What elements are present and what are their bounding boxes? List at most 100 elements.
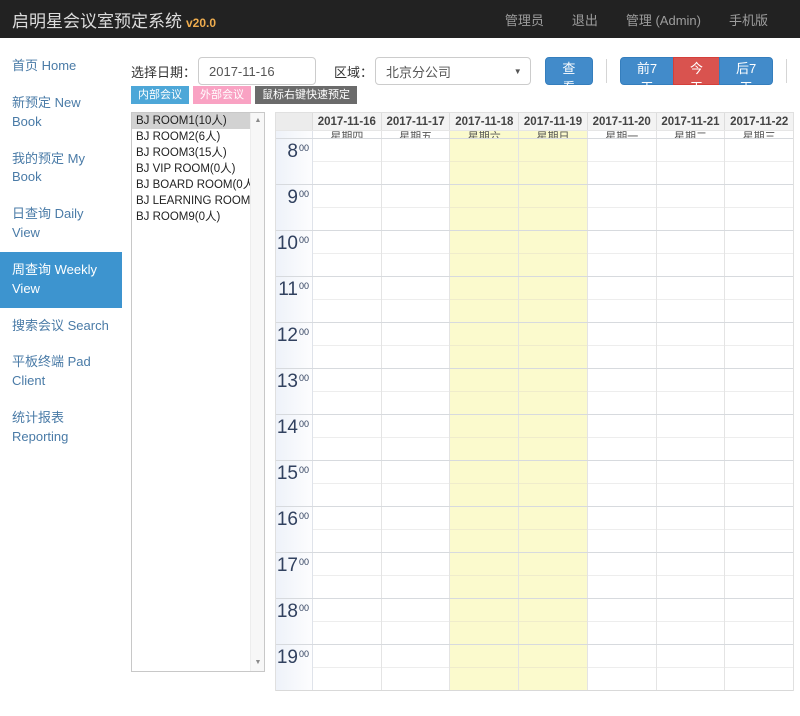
half-hour-slot[interactable]: [519, 415, 587, 438]
half-hour-slot[interactable]: [519, 599, 587, 622]
half-hour-slot[interactable]: [382, 438, 450, 460]
half-hour-slot[interactable]: [382, 369, 450, 392]
sidebar-item-reporting[interactable]: 统计报表 Reporting: [0, 400, 122, 456]
half-hour-slot[interactable]: [725, 346, 793, 368]
prev-7-days-button[interactable]: 前7天: [620, 57, 674, 85]
half-hour-slot[interactable]: [588, 553, 656, 576]
half-hour-slot[interactable]: [657, 484, 725, 506]
half-hour-slot[interactable]: [450, 185, 518, 208]
half-hour-slot[interactable]: [588, 162, 656, 184]
room-list-item[interactable]: BJ ROOM3(15人): [132, 145, 264, 161]
half-hour-slot[interactable]: [657, 668, 725, 690]
half-hour-slot[interactable]: [382, 415, 450, 438]
half-hour-slot[interactable]: [450, 208, 518, 230]
scroll-down-icon[interactable]: ▼: [251, 656, 265, 670]
half-hour-slot[interactable]: [382, 162, 450, 184]
half-hour-slot[interactable]: [588, 208, 656, 230]
half-hour-slot[interactable]: [725, 645, 793, 668]
half-hour-slot[interactable]: [725, 507, 793, 530]
half-hour-slot[interactable]: [657, 323, 725, 346]
half-hour-slot[interactable]: [313, 438, 381, 460]
half-hour-slot[interactable]: [657, 208, 725, 230]
half-hour-slot[interactable]: [519, 231, 587, 254]
half-hour-slot[interactable]: [382, 300, 450, 322]
half-hour-slot[interactable]: [657, 553, 725, 576]
half-hour-slot[interactable]: [450, 415, 518, 438]
logout-link[interactable]: 退出: [572, 10, 598, 29]
half-hour-slot[interactable]: [450, 507, 518, 530]
half-hour-slot[interactable]: [313, 576, 381, 598]
half-hour-slot[interactable]: [382, 507, 450, 530]
room-list-item[interactable]: BJ LEARNING ROOM(0人): [132, 193, 264, 209]
half-hour-slot[interactable]: [519, 185, 587, 208]
half-hour-slot[interactable]: [657, 599, 725, 622]
half-hour-slot[interactable]: [382, 392, 450, 414]
half-hour-slot[interactable]: [382, 484, 450, 506]
half-hour-slot[interactable]: [657, 231, 725, 254]
half-hour-slot[interactable]: [725, 369, 793, 392]
half-hour-slot[interactable]: [382, 346, 450, 368]
half-hour-slot[interactable]: [657, 254, 725, 276]
half-hour-slot[interactable]: [725, 231, 793, 254]
half-hour-slot[interactable]: [657, 530, 725, 552]
next-7-days-button[interactable]: 后7天: [719, 57, 773, 85]
half-hour-slot[interactable]: [382, 277, 450, 300]
half-hour-slot[interactable]: [588, 645, 656, 668]
half-hour-slot[interactable]: [519, 300, 587, 322]
half-hour-slot[interactable]: [450, 346, 518, 368]
half-hour-slot[interactable]: [382, 185, 450, 208]
half-hour-slot[interactable]: [588, 461, 656, 484]
half-hour-slot[interactable]: [519, 622, 587, 644]
half-hour-slot[interactable]: [450, 553, 518, 576]
half-hour-slot[interactable]: [450, 599, 518, 622]
half-hour-slot[interactable]: [450, 162, 518, 184]
sidebar-item-my-book[interactable]: 我的预定 My Book: [0, 141, 122, 197]
half-hour-slot[interactable]: [588, 392, 656, 414]
half-hour-slot[interactable]: [588, 139, 656, 162]
half-hour-slot[interactable]: [725, 530, 793, 552]
half-hour-slot[interactable]: [657, 392, 725, 414]
half-hour-slot[interactable]: [313, 461, 381, 484]
half-hour-slot[interactable]: [725, 254, 793, 276]
half-hour-slot[interactable]: [382, 530, 450, 552]
half-hour-slot[interactable]: [450, 231, 518, 254]
half-hour-slot[interactable]: [725, 415, 793, 438]
half-hour-slot[interactable]: [450, 254, 518, 276]
half-hour-slot[interactable]: [725, 323, 793, 346]
half-hour-slot[interactable]: [657, 300, 725, 322]
half-hour-slot[interactable]: [450, 300, 518, 322]
half-hour-slot[interactable]: [725, 438, 793, 460]
half-hour-slot[interactable]: [519, 208, 587, 230]
room-list[interactable]: BJ ROOM1(10人)BJ ROOM2(6人)BJ ROOM3(15人)BJ…: [131, 112, 265, 672]
half-hour-slot[interactable]: [382, 553, 450, 576]
half-hour-slot[interactable]: [450, 277, 518, 300]
half-hour-slot[interactable]: [519, 553, 587, 576]
half-hour-slot[interactable]: [588, 507, 656, 530]
half-hour-slot[interactable]: [588, 484, 656, 506]
half-hour-slot[interactable]: [313, 668, 381, 690]
half-hour-slot[interactable]: [725, 277, 793, 300]
view-button[interactable]: 查看: [545, 57, 594, 85]
admin-panel-link[interactable]: 管理 (Admin): [626, 10, 701, 29]
half-hour-slot[interactable]: [382, 599, 450, 622]
area-select[interactable]: 北京分公司 ▼: [375, 57, 531, 85]
half-hour-slot[interactable]: [450, 369, 518, 392]
half-hour-slot[interactable]: [450, 645, 518, 668]
half-hour-slot[interactable]: [313, 392, 381, 414]
half-hour-slot[interactable]: [450, 392, 518, 414]
half-hour-slot[interactable]: [313, 323, 381, 346]
half-hour-slot[interactable]: [313, 507, 381, 530]
half-hour-slot[interactable]: [313, 254, 381, 276]
sidebar-item-daily-view[interactable]: 日查询 Daily View: [0, 196, 122, 252]
sidebar-item-search[interactable]: 搜索会议 Search: [0, 308, 122, 345]
half-hour-slot[interactable]: [588, 530, 656, 552]
half-hour-slot[interactable]: [588, 277, 656, 300]
half-hour-slot[interactable]: [588, 438, 656, 460]
half-hour-slot[interactable]: [588, 668, 656, 690]
date-input[interactable]: [198, 57, 316, 85]
half-hour-slot[interactable]: [313, 530, 381, 552]
half-hour-slot[interactable]: [657, 622, 725, 644]
half-hour-slot[interactable]: [313, 599, 381, 622]
half-hour-slot[interactable]: [382, 231, 450, 254]
half-hour-slot[interactable]: [382, 461, 450, 484]
